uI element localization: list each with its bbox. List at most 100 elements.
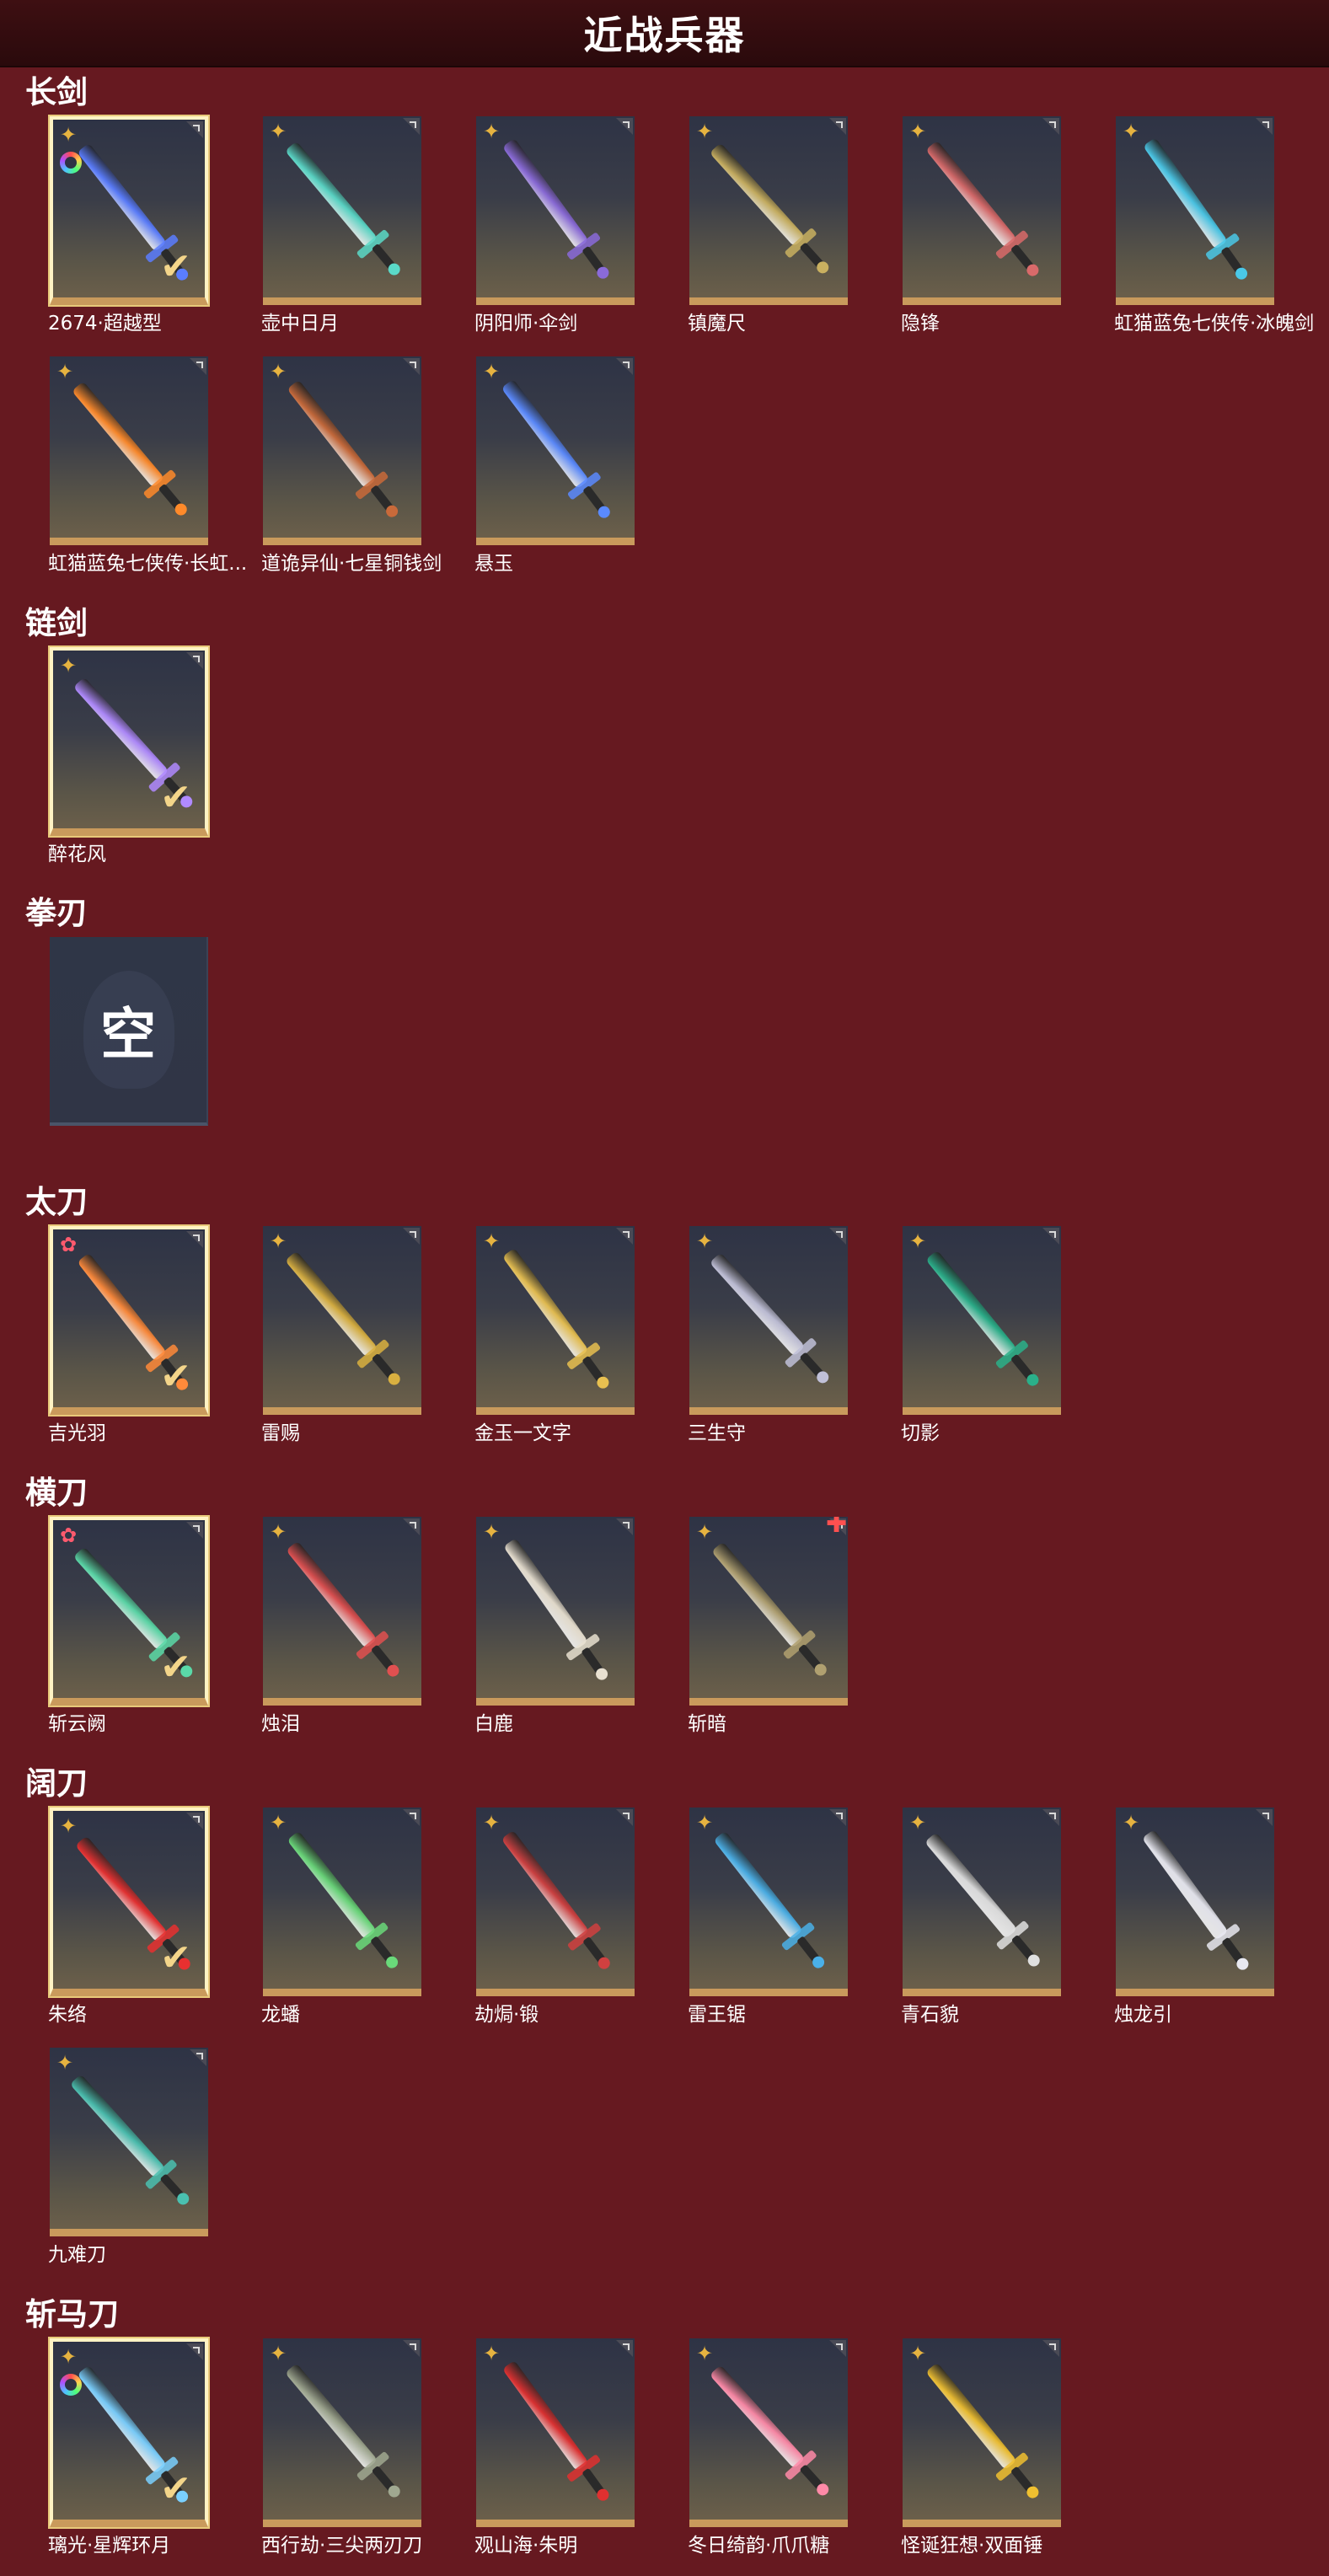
rarity-star-icon: ✦ <box>696 1811 714 1834</box>
weapon-item[interactable]: ✦ 烛龙引 <box>1114 1807 1329 2028</box>
weapon-item[interactable]: ✦ 青石貌 <box>901 1807 1120 2028</box>
weapon-card[interactable]: ✿ ✔ <box>50 1517 208 1706</box>
rarity-star-icon: ✦ <box>909 1229 927 1253</box>
weapon-name: 切影 <box>901 1422 940 1444</box>
weapon-card[interactable]: ✦ <box>1116 116 1274 305</box>
weapon-art <box>72 2075 190 2205</box>
weapon-card[interactable]: ✦ <box>689 1226 848 1415</box>
weapon-art <box>505 1540 608 1680</box>
weapon-item[interactable]: ✦ 劫焗·锻 <box>474 1807 694 2028</box>
weapon-card[interactable]: ✦ <box>689 1807 848 1996</box>
weapon-item[interactable]: ✦ 冬日绮韵·爪爪糖 <box>688 2338 907 2559</box>
weapon-item[interactable]: ✦ 九难刀 <box>48 2048 267 2268</box>
weapon-art <box>504 140 609 279</box>
color-ring-icon <box>60 2374 82 2396</box>
weapon-art <box>1144 139 1248 280</box>
weapon-art <box>926 1834 1040 1967</box>
weapon-art <box>715 1833 825 1968</box>
weapon-item[interactable]: ✦ ✚ 斩暗 <box>688 1517 907 1738</box>
weapon-item[interactable]: ✦ 雷赐 <box>261 1226 480 1447</box>
color-ring-icon <box>60 152 82 174</box>
weapon-card[interactable]: ✦ <box>50 356 208 545</box>
weapon-card[interactable]: ✦ <box>903 2338 1061 2527</box>
weapon-item[interactable]: ✦ ✔ 朱络 <box>48 1807 267 2028</box>
rarity-star-icon: ✦ <box>1123 1811 1140 1834</box>
weapon-name: 怪诞狂想·双面锤 <box>901 2535 1043 2557</box>
weapon-card[interactable]: ✦ <box>50 2048 208 2236</box>
weapon-card[interactable]: ✦ <box>476 1807 635 1996</box>
weapon-item[interactable]: ✦ 烛泪 <box>261 1517 480 1738</box>
weapon-item[interactable]: ✦ ✔ 璃光·星辉环月 <box>48 2338 267 2559</box>
section-title: 链剑 <box>25 605 88 641</box>
rarity-star-icon: ✦ <box>60 654 78 677</box>
weapon-item[interactable]: ✦ ✔ 2674·超越型 <box>48 116 267 337</box>
weapon-card[interactable]: ✦ ✔ <box>50 2338 208 2527</box>
weapon-item[interactable]: ✦ 道诡异仙·七星铜钱剑 <box>261 356 480 577</box>
weapon-card[interactable]: ✦ <box>263 356 421 545</box>
weapon-item[interactable]: ✦ 金玉一文字 <box>474 1226 694 1447</box>
weapon-art <box>288 382 399 517</box>
weapon-card[interactable]: ✦ <box>476 2338 635 2527</box>
rarity-star-icon: ✦ <box>483 120 501 143</box>
weapon-card[interactable]: ✦ <box>689 116 848 305</box>
weapon-card[interactable]: ✿ ✔ <box>50 1226 208 1415</box>
rarity-star-icon: ✦ <box>60 1814 78 1838</box>
weapon-item[interactable]: ✦ 三生守 <box>688 1226 907 1447</box>
weapon-card[interactable]: ✦ <box>476 1226 635 1415</box>
weapon-item[interactable]: ✦ 阴阳师·伞剑 <box>474 116 694 337</box>
weapon-card[interactable]: ✦ <box>903 116 1061 305</box>
weapon-card[interactable]: ✦ <box>263 1517 421 1706</box>
rarity-star-icon: ✦ <box>483 1811 501 1834</box>
weapon-card[interactable]: ✦ <box>903 1226 1061 1415</box>
weapon-item[interactable]: ✦ 悬玉 <box>474 356 694 577</box>
weapon-card[interactable]: ✦ <box>476 356 635 545</box>
empty-slot-card[interactable]: 空 <box>50 937 208 1126</box>
weapon-art <box>504 1250 609 1389</box>
weapon-card[interactable]: ✦ ✚ <box>689 1517 848 1706</box>
weapon-item[interactable]: ✦ 观山海·朱明 <box>474 2338 694 2559</box>
weapon-item[interactable]: ✦ ✔ 醉花风 <box>48 647 267 868</box>
weapon-item[interactable]: ✦ 壶中日月 <box>261 116 480 337</box>
weapon-item[interactable]: ✦ 西行劫·三尖两刃刀 <box>261 2338 480 2559</box>
page-title: 近战兵器 <box>583 13 746 58</box>
weapon-art <box>503 381 610 518</box>
weapon-name: 九难刀 <box>48 2244 106 2266</box>
weapon-card[interactable]: ✦ <box>263 1807 421 1996</box>
rarity-star-icon: ✦ <box>696 1229 714 1253</box>
weapon-item[interactable]: ✦ 怪诞狂想·双面锤 <box>901 2338 1120 2559</box>
section-title: 长剑 <box>25 74 88 110</box>
rarity-star-icon: ✦ <box>56 360 74 383</box>
weapon-card[interactable]: ✦ <box>263 1226 421 1415</box>
weapon-card[interactable]: ✦ <box>476 1517 635 1706</box>
weapon-item[interactable]: ✦ 镇魔尺 <box>688 116 907 337</box>
section-title: 横刀 <box>25 1475 88 1511</box>
weapon-item[interactable]: ✦ 雷王锯 <box>688 1807 907 2028</box>
weapon-card[interactable]: ✦ <box>263 2338 421 2527</box>
weapon-card[interactable]: ✦ <box>689 2338 848 2527</box>
weapon-item[interactable]: ✦ 龙蟠 <box>261 1807 480 2028</box>
weapon-card[interactable]: ✦ ✔ <box>50 116 208 305</box>
weapon-card[interactable]: ✦ <box>263 116 421 305</box>
weapon-item[interactable]: ✿ ✔ 吉光羽 <box>48 1226 267 1447</box>
weapon-item[interactable]: ✿ ✔ 斩云阙 <box>48 1517 267 1738</box>
weapon-item[interactable]: ✦ 白鹿 <box>474 1517 694 1738</box>
weapon-card[interactable]: ✦ ✔ <box>50 647 208 836</box>
empty-weapon-slot[interactable]: 空 <box>48 937 267 1158</box>
weapon-card[interactable]: ✦ <box>476 116 635 305</box>
weapon-item[interactable]: ✦ 隐锋 <box>901 116 1120 337</box>
rarity-star-icon: ✦ <box>270 2342 287 2365</box>
weapon-art <box>927 142 1039 276</box>
rarity-star-icon: ✦ <box>270 1520 287 1544</box>
weapon-art <box>504 2362 609 2501</box>
weapon-card[interactable]: ✦ <box>903 1807 1061 1996</box>
weapon-item[interactable]: ✦ 虹猫蓝兔七侠传·冰魄剑 <box>1114 116 1329 337</box>
weapon-art <box>1144 1831 1249 1970</box>
weapon-card[interactable]: ✦ ✔ <box>50 1807 208 1996</box>
weapon-item[interactable]: ✦ 虹猫蓝兔七侠传·长虹... <box>48 356 267 577</box>
weapon-card[interactable]: ✦ <box>1116 1807 1274 1996</box>
rarity-star-icon: ✦ <box>56 2051 74 2075</box>
rarity-star-icon: ✦ <box>60 123 78 147</box>
weapon-item[interactable]: ✦ 切影 <box>901 1226 1120 1447</box>
weapon-art <box>713 1543 827 1676</box>
rarity-star-icon: ✦ <box>270 360 287 383</box>
